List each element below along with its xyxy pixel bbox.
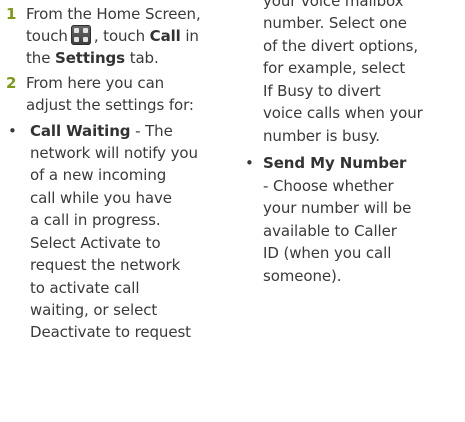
call-waiting-line: of a new incoming [30, 166, 167, 184]
divert-line: number. Select one [263, 14, 407, 32]
step-1-text-line-2: touch, touch Call in [26, 25, 199, 45]
step-1-text-line-1: From the Home Screen, [26, 5, 201, 23]
divert-line: of the divert options, [263, 37, 419, 55]
call-waiting-line: Select Activate to [30, 234, 161, 252]
divert-line: your voice mailbox [263, 0, 404, 10]
settings-term: Settings [55, 49, 126, 67]
send-my-number-line: available to Caller [263, 222, 397, 240]
divert-line: for example, select [263, 59, 406, 77]
send-my-number-line: your number will be [263, 199, 412, 217]
step-1-number: 1 [6, 5, 17, 23]
call-waiting-line: waiting, or select [30, 301, 158, 319]
call-waiting-title-line: Call Waiting - The [30, 122, 173, 140]
step-1-line-1: 1 [6, 3, 16, 25]
divert-line: number is busy. [263, 127, 380, 145]
call-waiting-line: a call in progress. [30, 211, 161, 229]
call-waiting-line: call while you have [30, 189, 172, 207]
send-my-number-line: ID (when you call [263, 244, 392, 262]
step-2-text-line-2: adjust the settings for: [26, 96, 194, 114]
step-1-text-line-3: the Settings tab. [26, 49, 159, 67]
send-my-number-title: Send My Number [263, 154, 407, 172]
step-2-text-line-1: From here you can [26, 74, 165, 92]
divert-line: If Busy to divert [263, 82, 381, 100]
send-my-number-bullet: • [245, 154, 254, 172]
call-waiting-line: to activate call [30, 279, 140, 297]
send-my-number-line: someone). [263, 267, 342, 285]
call-waiting-title: Call Waiting [30, 122, 131, 140]
divert-line: voice calls when your [263, 104, 423, 122]
call-waiting-bullet: • [8, 122, 17, 140]
call-waiting-line: network will notify you [30, 144, 198, 162]
step-2-number-wrap: 2 [6, 72, 16, 94]
call-term: Call [149, 27, 181, 45]
apps-grid-icon [70, 25, 91, 45]
call-waiting-line: request the network [30, 256, 181, 274]
step-2-number: 2 [6, 74, 17, 92]
call-waiting-line: Deactivate to request [30, 323, 191, 341]
send-my-number-line: - Choose whether [263, 177, 394, 195]
